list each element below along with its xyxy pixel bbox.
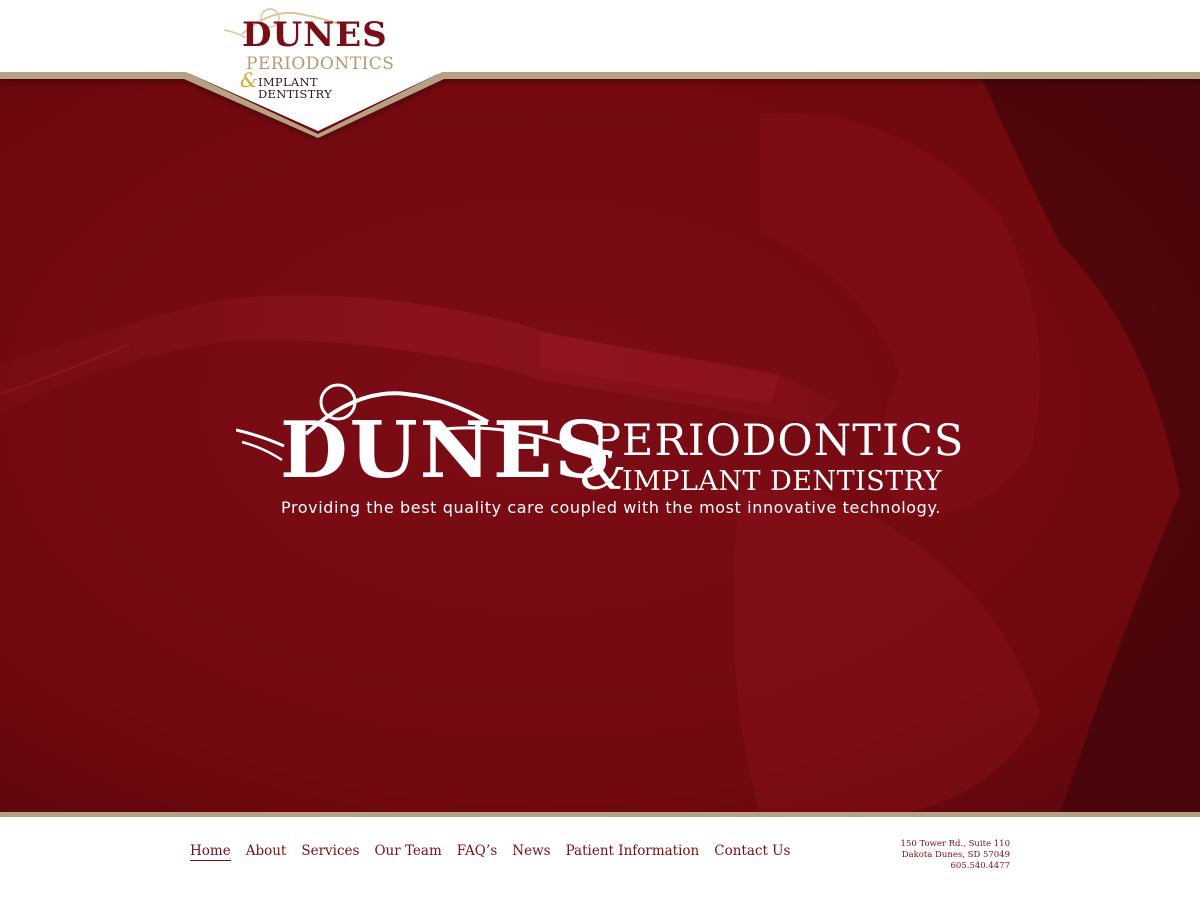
hero-logo-ampersand: & — [580, 442, 627, 502]
hero-banner: DUNES PERIODONTICS & IMPLANT DENTISTRY — [0, 74, 1200, 814]
hero-logo: DUNES PERIODONTICS & IMPLANT DENTISTRY — [236, 382, 963, 542]
nav-services[interactable]: Services — [597, 29, 655, 47]
address-line-2: Dakota Dunes, SD 57049 — [901, 850, 1010, 860]
footer-nav-services[interactable]: Services — [301, 843, 359, 861]
logo-dunes-text: DUNES — [242, 15, 388, 55]
footer-nav-home[interactable]: Home — [190, 843, 231, 861]
footer-nav-about[interactable]: About — [246, 843, 287, 861]
footer-nav: Home About Services Our Team FAQ’s News … — [190, 843, 790, 861]
logo-periodontics-text: PERIODONTICS — [246, 54, 395, 74]
address-line-1: 150 Tower Rd., Suite 110 — [900, 839, 1010, 849]
footer-nav-contact-us[interactable]: Contact Us — [714, 843, 790, 861]
site-footer: Home About Services Our Team FAQ’s News … — [0, 817, 1200, 900]
nav-our-team[interactable]: Our Team — [670, 29, 737, 47]
nav-contact-us[interactable]: Contact Us — [1010, 29, 1086, 47]
nav-home[interactable]: Home — [486, 29, 527, 47]
hero-logo-periodontics: PERIODONTICS — [592, 416, 965, 466]
hero-logo-implant: IMPLANT DENTISTRY — [622, 466, 943, 497]
site-logo[interactable]: DUNES PERIODONTICS & IMPLANT DENTISTRY — [222, 4, 395, 99]
footer-nav-patient-information[interactable]: Patient Information — [566, 843, 700, 861]
nav-about[interactable]: About — [542, 29, 583, 47]
logo-implant-text: IMPLANT DENTISTRY — [258, 75, 333, 101]
logo-ampersand: & — [240, 68, 258, 92]
nav-patient-information[interactable]: Patient Information — [862, 29, 996, 47]
footer-nav-news[interactable]: News — [512, 843, 550, 861]
nav-news[interactable]: News — [808, 29, 846, 47]
main-nav: Home About Services Our Team FAQ’s News … — [486, 29, 1086, 47]
footer-nav-faqs[interactable]: FAQ’s — [457, 843, 497, 861]
hero-logo-dunes: DUNES — [280, 405, 613, 496]
site-header: Home About Services Our Team FAQ’s News … — [0, 0, 1200, 74]
footer-nav-our-team[interactable]: Our Team — [374, 843, 441, 861]
nav-faqs[interactable]: FAQ’s — [753, 29, 793, 47]
footer-address: 150 Tower Rd., Suite 110 Dakota Dunes, S… — [901, 839, 1010, 872]
hero-tagline: Providing the best quality care coupled … — [281, 498, 941, 517]
phone-number[interactable]: 605.540.4477 — [901, 861, 1010, 872]
